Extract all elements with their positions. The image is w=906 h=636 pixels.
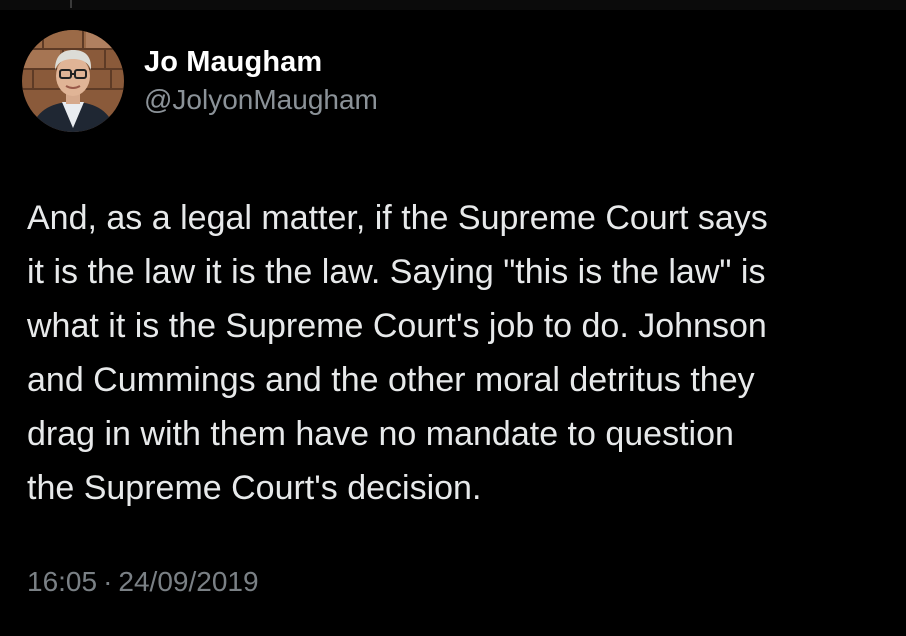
tweet-date: 24/09/2019 xyxy=(118,566,259,597)
tweet-time: 16:05 xyxy=(27,566,98,597)
avatar[interactable] xyxy=(22,30,124,132)
tweet-header: Jo Maugham @JolyonMaugham xyxy=(22,30,378,132)
author-display-name[interactable]: Jo Maugham xyxy=(144,44,378,80)
tweet-timestamp[interactable]: 16:05 · 24/09/2019 xyxy=(27,562,259,602)
author-handle[interactable]: @JolyonMaugham xyxy=(144,82,378,118)
author-identity: Jo Maugham @JolyonMaugham xyxy=(144,44,378,118)
tweet-text: And, as a legal matter, if the Supreme C… xyxy=(27,199,768,507)
tweet-card: Jo Maugham @JolyonMaugham And, as a lega… xyxy=(0,0,906,636)
avatar-photo-icon xyxy=(22,30,124,132)
timestamp-separator: · xyxy=(103,566,113,597)
